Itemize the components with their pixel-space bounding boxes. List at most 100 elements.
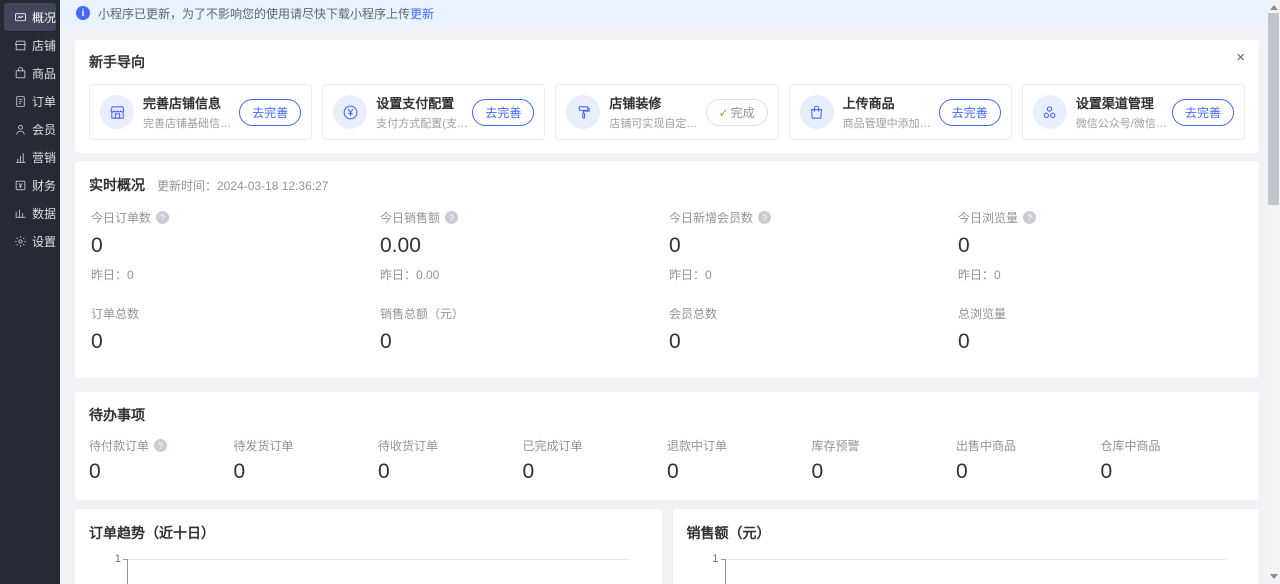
order-icon <box>13 94 27 108</box>
charts-row: 订单趋势（近十日） 10.80.60.4 销售额（元） 10.80.60.4 <box>75 509 1259 584</box>
guide-items-row: 完善店铺信息 完善店铺基础信息等 去完善 设置支付配置 支付方式配置(支付宝/微… <box>89 84 1245 140</box>
shopping-bag-icon <box>800 95 834 129</box>
scroll-up-arrow-icon[interactable] <box>1270 5 1278 10</box>
stat-label: 今日销售额 <box>380 209 440 226</box>
sales-chart-title: 销售额（元） <box>687 523 1260 543</box>
sidebar-item-member[interactable]: 会员 <box>4 115 56 143</box>
todo-refunding-orders: 退款中订单 0 <box>667 437 812 484</box>
total-stats-row: 订单总数 0 销售总额（元） 0 会员总数 0 总浏览量 0 <box>89 305 1245 354</box>
sidebar: 概况 店铺 商品 订单 会员 营销 财务 数据 设置 <box>0 0 60 584</box>
sidebar-item-data[interactable]: 数据 <box>4 199 56 227</box>
update-link[interactable]: 更新 <box>410 5 434 22</box>
stat-total-views: 总浏览量 0 <box>956 305 1245 354</box>
guide-item-text: 设置渠道管理 微信公众号/微信小程序 <box>1076 93 1172 131</box>
stat-label: 订单总数 <box>91 305 378 322</box>
todo-stock-warning: 库存预警 0 <box>812 437 957 484</box>
sidebar-item-overview[interactable]: 概况 <box>4 3 56 31</box>
sidebar-item-label: 订单 <box>32 93 56 110</box>
goods-icon <box>13 66 27 80</box>
storefront-icon <box>100 95 134 129</box>
scrollbar-thumb[interactable] <box>1268 13 1279 205</box>
help-icon[interactable]: ? <box>758 211 771 224</box>
sidebar-item-order[interactable]: 订单 <box>4 87 56 115</box>
todo-warehouse-goods: 仓库中商品 0 <box>1101 437 1246 484</box>
todo-pending-payment: 待付款订单? 0 <box>89 437 234 484</box>
go-complete-button[interactable]: 去完善 <box>239 99 301 126</box>
vertical-scrollbar[interactable] <box>1267 0 1280 584</box>
y-axis-tick-label: 1 <box>686 553 719 565</box>
today-stats-row: 今日订单数? 0 昨日：0 今日销售额? 0.00 昨日：0.00 今日新增会员… <box>89 209 1245 283</box>
guide-item-payment: 设置支付配置 支付方式配置(支付宝/微信) 去完善 <box>322 84 545 140</box>
stat-value: 0 <box>958 234 1245 258</box>
done-button[interactable]: ✓完成 <box>706 99 768 126</box>
yuan-icon <box>333 95 367 129</box>
go-complete-button[interactable]: 去完善 <box>1172 99 1234 126</box>
close-icon[interactable]: × <box>1236 50 1245 65</box>
channels-icon <box>1033 95 1067 129</box>
sidebar-item-label: 财务 <box>32 177 56 194</box>
help-icon[interactable]: ? <box>154 439 167 452</box>
stat-value: 0.00 <box>380 234 667 258</box>
todo-label: 待收货订单 <box>378 437 523 454</box>
order-trend-chart-card: 订单趋势（近十日） 10.80.60.4 <box>75 509 662 584</box>
todo-value: 0 <box>667 460 812 484</box>
todo-pending-shipment: 待发货订单 0 <box>234 437 379 484</box>
stat-label: 销售总额（元） <box>380 305 667 322</box>
guide-item-channel: 设置渠道管理 微信公众号/微信小程序 去完善 <box>1022 84 1245 140</box>
guide-item-decoration: 店铺装修 店铺可实现自定义模板装修 ✓完成 <box>555 84 778 140</box>
help-icon[interactable]: ? <box>445 211 458 224</box>
guide-item-subtitle: 店铺可实现自定义模板装修 <box>609 115 705 131</box>
notice-text: 小程序已更新，为了不影响您的使用请尽快下载小程序上传 <box>98 5 410 22</box>
scroll-down-arrow-icon[interactable] <box>1270 574 1278 579</box>
stat-value: 0 <box>380 330 667 354</box>
todo-on-sale-goods: 出售中商品 0 <box>956 437 1101 484</box>
sidebar-item-goods[interactable]: 商品 <box>4 59 56 87</box>
guide-item-subtitle: 微信公众号/微信小程序 <box>1076 115 1172 131</box>
sidebar-item-label: 店铺 <box>32 37 56 54</box>
todo-grid: 待付款订单? 0 待发货订单 0 待收货订单 0 已完成订单 0 退款中订单 <box>89 437 1245 484</box>
stat-yesterday: 昨日：0 <box>669 266 956 283</box>
sidebar-item-marketing[interactable]: 营销 <box>4 143 56 171</box>
check-icon: ✓ <box>719 106 729 120</box>
stat-total-members: 会员总数 0 <box>667 305 956 354</box>
finance-icon <box>13 178 27 192</box>
sidebar-item-label: 会员 <box>32 121 56 138</box>
y-axis-tick-label: 1 <box>88 553 121 565</box>
guide-item-subtitle: 完善店铺基础信息等 <box>143 115 239 131</box>
stat-yesterday: 昨日：0.00 <box>380 266 667 283</box>
paint-roller-icon <box>566 95 600 129</box>
marketing-icon <box>13 150 27 164</box>
guide-item-subtitle: 支付方式配置(支付宝/微信) <box>376 115 472 131</box>
todo-label: 待付款订单 <box>89 437 149 454</box>
todo-pending-receipt: 待收货订单 0 <box>378 437 523 484</box>
done-label: 完成 <box>731 106 755 120</box>
guide-item-title: 设置支付配置 <box>376 93 472 112</box>
guide-item-title: 完善店铺信息 <box>143 93 239 112</box>
guide-item-store-info: 完善店铺信息 完善店铺基础信息等 去完善 <box>89 84 312 140</box>
go-complete-button[interactable]: 去完善 <box>939 99 1001 126</box>
stat-value: 0 <box>669 234 956 258</box>
sidebar-item-shop[interactable]: 店铺 <box>4 31 56 59</box>
stat-value: 0 <box>91 234 378 258</box>
sidebar-item-settings[interactable]: 设置 <box>4 227 56 255</box>
stat-total-orders: 订单总数 0 <box>89 305 378 354</box>
stat-label: 总浏览量 <box>958 305 1245 322</box>
sidebar-item-finance[interactable]: 财务 <box>4 171 56 199</box>
guide-item-text: 完善店铺信息 完善店铺基础信息等 <box>143 93 239 131</box>
help-icon[interactable]: ? <box>156 211 169 224</box>
guide-item-title: 上传商品 <box>843 93 939 112</box>
go-complete-button[interactable]: 去完善 <box>472 99 534 126</box>
sidebar-item-label: 数据 <box>32 205 56 222</box>
todo-label: 退款中订单 <box>667 437 812 454</box>
newbie-guide-card: 新手导向 × 完善店铺信息 完善店铺基础信息等 去完善 设置支付配置 支付方式配… <box>75 40 1259 153</box>
overview-icon <box>13 10 27 24</box>
todo-label: 已完成订单 <box>523 437 668 454</box>
todo-value: 0 <box>812 460 957 484</box>
help-icon[interactable]: ? <box>1023 211 1036 224</box>
chart-gridline <box>128 559 630 560</box>
sidebar-item-label: 概况 <box>32 9 56 26</box>
data-icon <box>13 206 27 220</box>
stat-total-sales: 销售总额（元） 0 <box>378 305 667 354</box>
todo-completed-orders: 已完成订单 0 <box>523 437 668 484</box>
guide-item-upload-goods: 上传商品 商品管理中添加商品上传 去完善 <box>789 84 1012 140</box>
